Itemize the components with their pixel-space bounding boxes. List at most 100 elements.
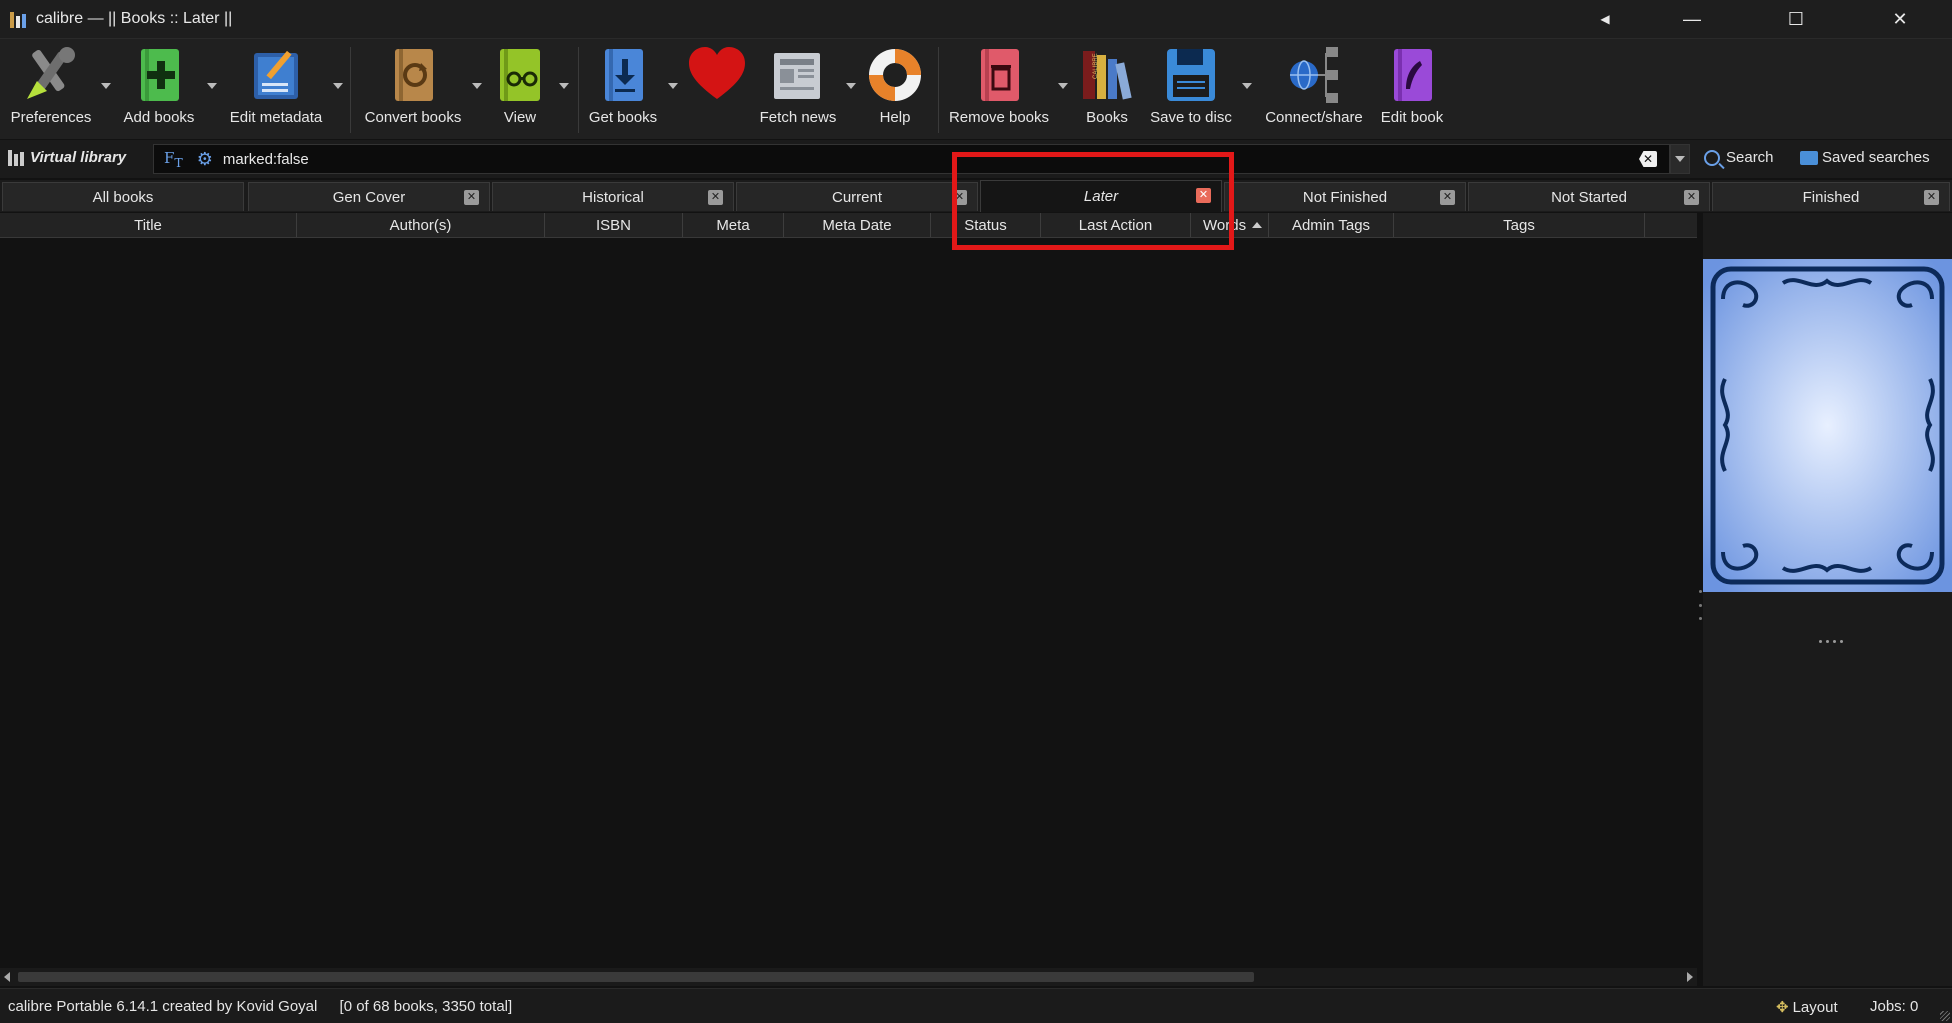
full-text-search-icon[interactable]: FT xyxy=(164,149,183,170)
search-input[interactable] xyxy=(220,149,1525,169)
jobs-indicator[interactable]: Jobs: 0 xyxy=(1870,998,1918,1015)
title-bar: calibre — || Books :: Later || ◀ — ☐ ✕ xyxy=(0,0,1952,39)
help-label: Help xyxy=(879,109,911,126)
close-window-button[interactable]: ✕ xyxy=(1848,0,1952,38)
fetch-news-button[interactable]: Fetch news xyxy=(756,43,840,135)
scroll-left-icon[interactable] xyxy=(4,972,10,982)
save-to-disc-button[interactable]: Save to disc xyxy=(1146,43,1236,135)
tab-not-finished[interactable]: Not Finished ✕ xyxy=(1224,182,1466,211)
heart-icon xyxy=(685,43,749,107)
sort-ascending-icon xyxy=(1252,222,1262,228)
column-header-isbn[interactable]: ISBN xyxy=(545,213,683,237)
more-options-icon[interactable] xyxy=(1819,640,1843,643)
tab-finished[interactable]: Finished ✕ xyxy=(1712,182,1950,211)
status-bar: calibre Portable 6.14.1 created by Kovid… xyxy=(0,988,1952,1023)
get-books-dropdown-icon[interactable] xyxy=(668,83,678,89)
scroll-right-icon[interactable] xyxy=(1687,972,1693,982)
column-header-title[interactable]: Title xyxy=(0,213,297,237)
edit-metadata-dropdown-icon[interactable] xyxy=(333,83,343,89)
close-tab-icon[interactable]: ✕ xyxy=(1196,188,1211,203)
book-details-panel xyxy=(1703,213,1952,986)
add-books-dropdown-icon[interactable] xyxy=(207,83,217,89)
close-tab-icon[interactable]: ✕ xyxy=(952,190,967,205)
main-toolbar: Preferences Add books Edit metadata Conv… xyxy=(0,39,1952,139)
virtual-library-tabs: All books Gen Cover ✕ Historical ✕ Curre… xyxy=(0,180,1952,212)
saved-searches-button[interactable]: Saved searches xyxy=(1800,149,1930,166)
remove-books-label: Remove books xyxy=(948,109,1050,126)
maximize-button[interactable]: ☐ xyxy=(1744,0,1848,38)
preferences-button[interactable]: Preferences xyxy=(8,43,94,135)
scrollbar-thumb[interactable] xyxy=(18,972,1254,982)
layout-label: Layout xyxy=(1792,998,1838,1016)
calibre-app-icon xyxy=(10,10,28,28)
connect-share-button[interactable]: Connect/share xyxy=(1262,43,1366,135)
preferences-label: Preferences xyxy=(10,109,92,126)
tab-later[interactable]: Later ✕ xyxy=(980,180,1222,212)
tab-gen-cover[interactable]: Gen Cover ✕ xyxy=(248,182,490,211)
add-books-button[interactable]: Add books xyxy=(116,43,202,135)
search-history-dropdown[interactable] xyxy=(1670,144,1690,174)
close-tab-icon[interactable]: ✕ xyxy=(464,190,479,205)
newspaper-icon xyxy=(766,43,830,107)
fetch-news-dropdown-icon[interactable] xyxy=(846,83,856,89)
back-arrow-icon[interactable]: ◀ xyxy=(1570,0,1640,38)
close-tab-icon[interactable]: ✕ xyxy=(1924,190,1939,205)
preferences-dropdown-icon[interactable] xyxy=(101,83,111,89)
get-books-button[interactable]: Get books xyxy=(584,43,662,135)
horizontal-scrollbar[interactable] xyxy=(0,968,1697,986)
search-button[interactable]: Search xyxy=(1704,149,1774,166)
help-button[interactable]: Help xyxy=(862,43,928,135)
book-list-header: Title Author(s) ISBN Meta Meta Date Stat… xyxy=(0,213,1697,238)
tab-historical[interactable]: Historical ✕ xyxy=(492,182,734,211)
remove-books-button[interactable]: Remove books xyxy=(944,43,1054,135)
close-tab-icon[interactable]: ✕ xyxy=(1684,190,1699,205)
edit-book-button[interactable]: Edit book xyxy=(1376,43,1448,135)
column-header-words[interactable]: Words xyxy=(1191,213,1269,237)
view-icon xyxy=(488,43,552,107)
column-header-status[interactable]: Status xyxy=(931,213,1041,237)
tab-all-books[interactable]: All books xyxy=(2,182,244,211)
column-header-tags[interactable]: Tags xyxy=(1394,213,1645,237)
remove-books-icon xyxy=(967,43,1031,107)
convert-books-button[interactable]: Convert books xyxy=(358,43,468,135)
edit-metadata-button[interactable]: Edit metadata xyxy=(224,43,328,135)
tab-not-started[interactable]: Not Started ✕ xyxy=(1468,182,1710,211)
tab-label: Not Finished xyxy=(1302,188,1388,206)
window-title: calibre — || Books :: Later || xyxy=(36,10,233,27)
get-books-icon xyxy=(591,43,655,107)
edit-book-icon xyxy=(1380,43,1444,107)
search-button-label: Search xyxy=(1726,149,1774,166)
version-info: calibre Portable 6.14.1 created by Kovid… xyxy=(8,998,318,1015)
minimize-button[interactable]: — xyxy=(1640,0,1744,38)
close-tab-icon[interactable]: ✕ xyxy=(708,190,723,205)
donate-heart-button[interactable] xyxy=(684,43,750,135)
column-header-authors[interactable]: Author(s) xyxy=(297,213,545,237)
resize-grip-icon[interactable] xyxy=(1940,1011,1950,1021)
add-books-icon xyxy=(127,43,191,107)
column-header-meta-date[interactable]: Meta Date xyxy=(784,213,931,237)
books-button[interactable]: CALIBRE Books xyxy=(1076,43,1138,135)
column-header-admin-tags[interactable]: Admin Tags xyxy=(1269,213,1394,237)
virtual-library-button[interactable]: Virtual library xyxy=(8,148,126,166)
close-tab-icon[interactable]: ✕ xyxy=(1440,190,1455,205)
remove-books-dropdown-icon[interactable] xyxy=(1058,83,1068,89)
save-to-disc-label: Save to disc xyxy=(1150,109,1232,126)
lifebuoy-icon xyxy=(863,43,927,107)
view-button[interactable]: View xyxy=(490,43,550,135)
convert-books-dropdown-icon[interactable] xyxy=(472,83,482,89)
column-header-last-action[interactable]: Last Action xyxy=(1041,213,1191,237)
book-cover[interactable] xyxy=(1703,259,1952,592)
view-dropdown-icon[interactable] xyxy=(559,83,569,89)
tab-current[interactable]: Current ✕ xyxy=(736,182,978,211)
column-header-meta[interactable]: Meta xyxy=(683,213,784,237)
layout-button[interactable]: ✥ Layout xyxy=(1776,998,1838,1017)
network-globe-icon xyxy=(1282,43,1346,107)
clear-search-icon[interactable]: ✕ xyxy=(1639,151,1657,167)
fetch-news-label: Fetch news xyxy=(759,109,837,126)
tab-label: Gen Cover xyxy=(332,188,406,206)
save-to-disc-dropdown-icon[interactable] xyxy=(1242,83,1252,89)
virtual-library-icon xyxy=(8,148,24,166)
gear-icon[interactable]: ⚙ xyxy=(197,149,213,170)
book-list[interactable] xyxy=(0,238,1697,968)
tab-label: Later xyxy=(1083,188,1119,205)
